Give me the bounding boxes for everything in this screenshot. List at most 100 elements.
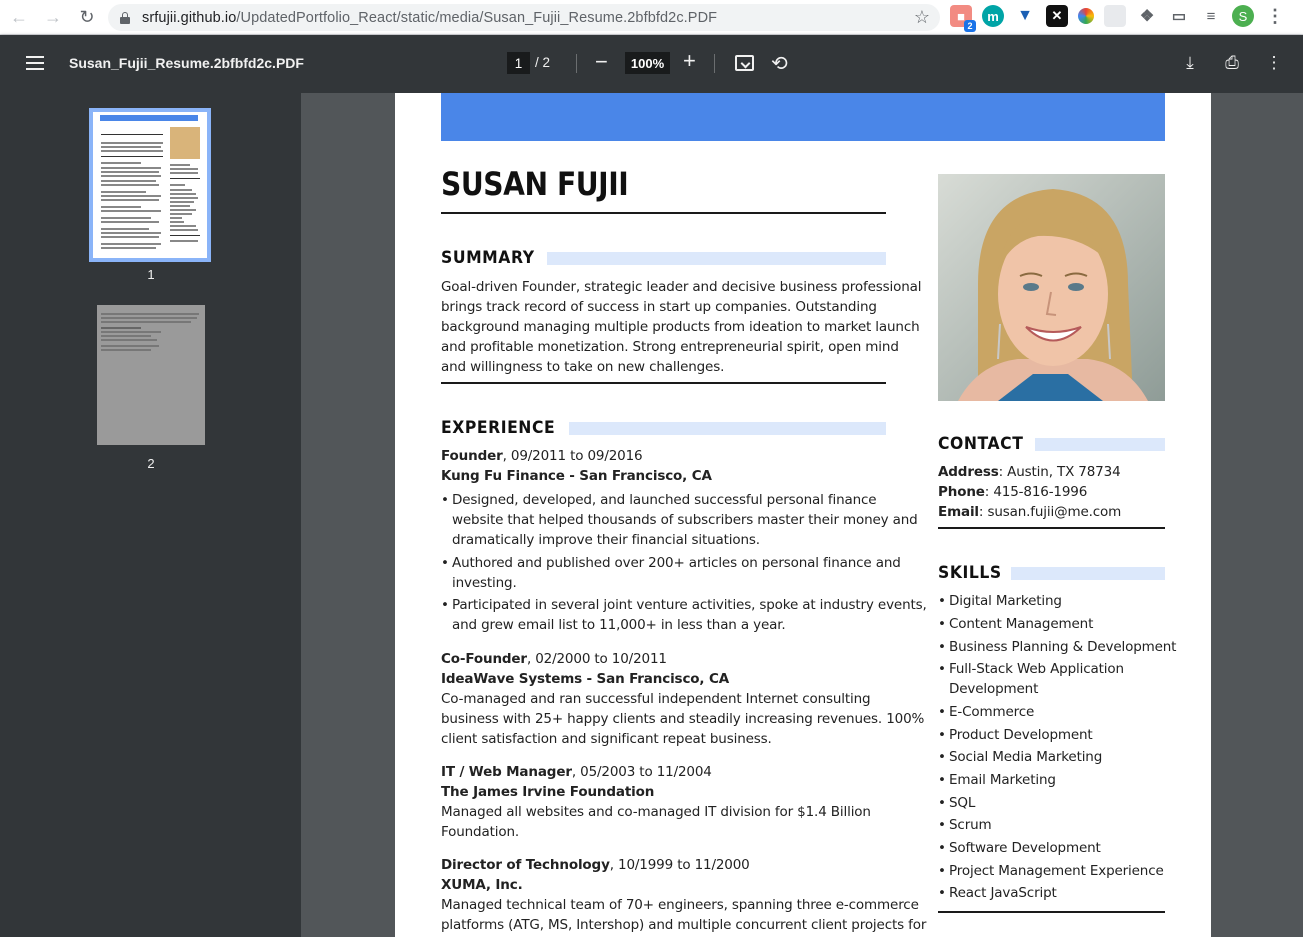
thumb-text <box>101 195 161 197</box>
contact-phone: Phone: 415-816-1996 <box>938 482 1087 502</box>
thumb-text <box>101 167 161 169</box>
page-thumbnail-2[interactable] <box>97 305 205 445</box>
extension-x-icon[interactable]: ✕ <box>1046 5 1068 27</box>
rotate-icon[interactable]: ⟲ <box>771 51 788 76</box>
download-icon[interactable]: ⤓ <box>1181 52 1199 74</box>
text-line: platforms (ATG, MS, Intershop) and multi… <box>441 917 927 933</box>
zoom-level-input[interactable]: 100% <box>625 52 670 74</box>
text-line: Full-Stack Web Application <box>949 661 1124 677</box>
profile-avatar[interactable]: S <box>1232 5 1254 27</box>
thumb-text <box>101 142 163 144</box>
thumb-text <box>101 247 156 249</box>
thumb-text <box>170 213 192 215</box>
thumb-text <box>101 162 141 164</box>
document-viewer[interactable]: SUSAN FUJII SUMMARY Goal-driven Founder,… <box>301 93 1303 937</box>
job-role: Co-Founder <box>441 651 527 667</box>
menu-dots-icon[interactable]: ⋮ <box>1264 5 1286 27</box>
thumb-text <box>170 164 190 166</box>
page-total: / 2 <box>535 55 551 70</box>
thumb-text <box>170 193 196 195</box>
thumbnail-image[interactable] <box>89 108 211 262</box>
thumb-text <box>101 236 159 238</box>
more-options-icon[interactable]: ⋮ <box>1265 52 1283 74</box>
thumb-text <box>101 335 151 337</box>
contact-label: Email <box>938 504 979 520</box>
text-line: Authored and published over 200+ article… <box>452 555 901 571</box>
thumb-text <box>101 313 199 315</box>
thumb-text <box>170 209 196 211</box>
job-dates: , 10/1999 to 11/2000 <box>609 857 750 873</box>
text-line: and grew email list to 11,000+ in less t… <box>452 617 786 633</box>
thumb-text <box>101 232 161 234</box>
extension-m-icon[interactable]: m <box>982 5 1004 27</box>
contact-label: Phone <box>938 484 985 500</box>
pdf-toolbar: Susan_Fujii_Resume.2bfbfd2c.PDF 1 / 2 − … <box>0 35 1303 93</box>
media-icon[interactable]: ≡ <box>1200 5 1222 27</box>
thumb-text <box>101 180 156 182</box>
resume-name: SUSAN FUJII <box>441 165 629 203</box>
thumb-text <box>170 205 190 207</box>
forward-icon[interactable]: → <box>42 6 64 28</box>
pdf-page: SUSAN FUJII SUMMARY Goal-driven Founder,… <box>395 93 1211 937</box>
thumb-text <box>101 221 159 223</box>
address-bar[interactable]: srfujii.github.io/UpdatedPortfolio_React… <box>108 4 940 31</box>
back-icon[interactable]: ← <box>8 6 30 28</box>
thumb-text <box>101 321 191 323</box>
thumbnail-image[interactable] <box>97 305 205 445</box>
job-role: IT / Web Manager <box>441 764 572 780</box>
job-dates: , 05/2003 to 11/2004 <box>571 764 712 780</box>
page-thumbnail-1[interactable] <box>89 108 211 262</box>
thumb-text <box>101 228 149 230</box>
thumb-line <box>101 134 163 135</box>
color-picker-icon[interactable] <box>1078 8 1094 24</box>
text-line: client satisfaction and significant repe… <box>441 731 772 747</box>
job-company: Kung Fu Finance - San Francisco, CA <box>441 468 712 484</box>
zoom-in-button[interactable]: + <box>683 48 696 74</box>
job-company: The James Irvine Foundation <box>441 784 655 800</box>
extension-v-icon[interactable]: ▼ <box>1014 5 1036 27</box>
menu-icon[interactable] <box>26 56 44 70</box>
extension-icon[interactable]: ■ 2 <box>950 5 976 32</box>
page-number-input[interactable]: 1 <box>507 52 530 74</box>
text-line: website that helped thousands of subscri… <box>452 512 918 528</box>
thumb-photo <box>170 127 200 159</box>
thumb-line <box>170 235 200 236</box>
section-accent <box>546 251 886 265</box>
text-line: and willingness to take on new challenge… <box>441 359 725 375</box>
url-text[interactable]: srfujii.github.io/UpdatedPortfolio_React… <box>142 10 717 26</box>
section-accent <box>1034 437 1165 451</box>
thumb-text <box>101 331 161 333</box>
cast-icon[interactable]: ▭ <box>1168 5 1190 27</box>
text-line: Goal-driven Founder, strategic leader an… <box>441 279 922 295</box>
text-line: business with 25+ happy clients and stea… <box>441 711 925 727</box>
toolbar-divider <box>576 54 577 73</box>
divider <box>938 911 1165 913</box>
profile-photo <box>938 174 1165 401</box>
job-title-line: Director of Technology, 10/1999 to 11/20… <box>441 855 750 875</box>
thumb-text <box>170 197 198 199</box>
job-description: Managed all websites and co-managed IT d… <box>441 802 871 842</box>
text-line: Designed, developed, and launched succes… <box>452 492 877 508</box>
bookmark-star-icon[interactable]: ☆ <box>914 7 930 28</box>
reload-icon[interactable]: ↻ <box>76 6 98 28</box>
zoom-out-button[interactable]: − <box>595 49 608 75</box>
section-accent <box>1011 566 1165 580</box>
skill-item: Business Planning & Development <box>938 637 1176 657</box>
job-title-line: Co-Founder, 02/2000 to 10/2011 <box>441 649 667 669</box>
skill-item: Full-Stack Web Application Development <box>938 659 1124 699</box>
print-icon[interactable]: ⎙ <box>1223 52 1241 74</box>
url-host: srfujii.github.io <box>142 9 237 26</box>
thumb-text <box>101 191 146 193</box>
puzzle-icon[interactable]: ❖ <box>1136 5 1158 27</box>
section-title: EXPERIENCE <box>441 418 556 438</box>
text-line: investing. <box>452 575 517 591</box>
extension-grey-icon[interactable] <box>1104 5 1126 27</box>
job-dates: , 02/2000 to 10/2011 <box>526 651 667 667</box>
experience-heading: EXPERIENCE <box>441 418 886 438</box>
thumb-text <box>101 349 151 351</box>
contact-email: Email: susan.fujii@me.com <box>938 502 1121 522</box>
lock-icon[interactable] <box>120 11 130 24</box>
thumb-line <box>170 178 200 179</box>
divider <box>938 527 1165 529</box>
fit-to-page-icon[interactable] <box>735 55 754 71</box>
